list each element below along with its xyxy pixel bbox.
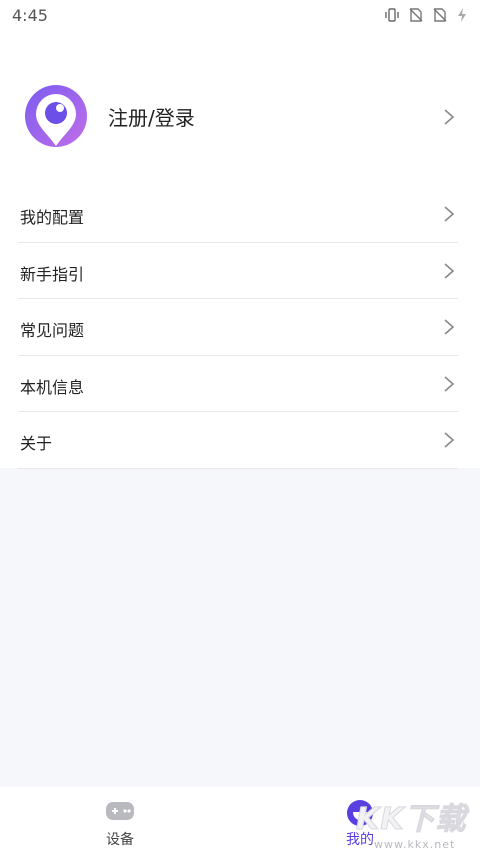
menu-item-my-config[interactable]: 我的配置	[18, 186, 458, 243]
chevron-right-icon	[442, 375, 456, 393]
chevron-right-icon	[442, 431, 456, 449]
watermark-url: www.kkx.net	[374, 838, 456, 851]
watermark: KK下载 www.kkx.net	[356, 794, 474, 852]
menu-item-beginner-guide[interactable]: 新手指引	[18, 243, 458, 299]
chevron-right-icon	[442, 108, 456, 126]
menu-item-label: 我的配置	[20, 208, 85, 227]
tab-label: 设备	[106, 832, 134, 848]
menu-item-device-info[interactable]: 本机信息	[18, 356, 458, 412]
menu-item-label: 关于	[20, 434, 53, 453]
vibrate-icon	[384, 7, 400, 23]
status-time: 4:45	[12, 5, 48, 25]
top-panel: 注册/登录 我的配置 新手指引 常见问题 本机信息 关于	[0, 30, 480, 469]
menu-item-label: 本机信息	[20, 377, 85, 397]
status-bar: 4:45	[0, 0, 480, 30]
no-sim-icon	[408, 7, 424, 23]
app-logo-avatar	[24, 84, 88, 150]
menu-item-label: 新手指引	[20, 264, 85, 284]
login-row[interactable]: 注册/登录	[0, 80, 480, 156]
login-register-label: 注册/登录	[108, 106, 195, 130]
menu-item-about[interactable]: 关于	[18, 412, 458, 469]
chevron-right-icon	[442, 262, 456, 280]
gamepad-icon	[105, 799, 135, 827]
chevron-right-icon	[442, 205, 456, 223]
menu-item-label: 常见问题	[20, 321, 85, 340]
watermark-brand: KK下载	[356, 802, 467, 838]
menu-item-faq[interactable]: 常见问题	[18, 299, 458, 356]
charging-icon	[456, 7, 468, 23]
chevron-right-icon	[442, 318, 456, 336]
settings-menu: 我的配置 新手指引 常见问题 本机信息 关于	[0, 186, 480, 469]
status-icons	[384, 7, 468, 23]
no-sim-icon	[432, 7, 448, 23]
tab-devices[interactable]: 设备	[0, 787, 240, 853]
